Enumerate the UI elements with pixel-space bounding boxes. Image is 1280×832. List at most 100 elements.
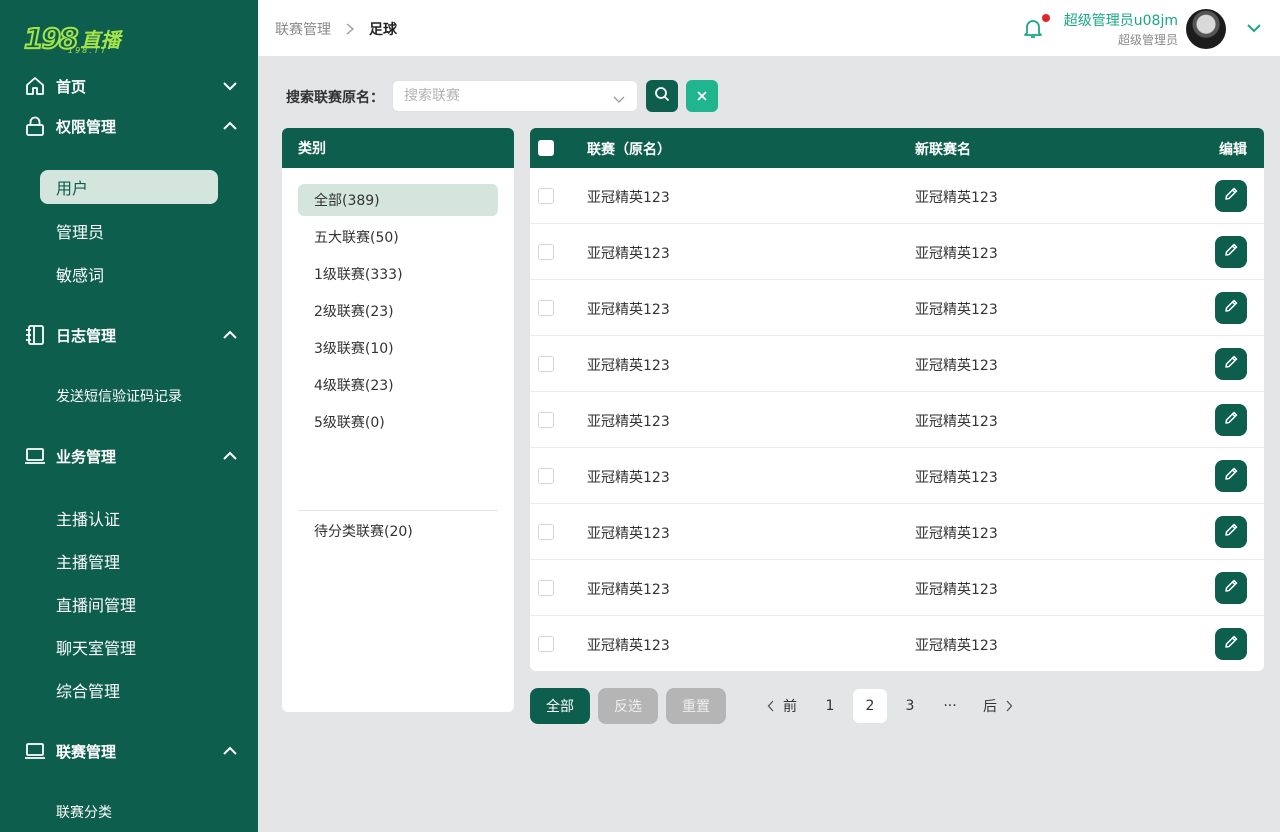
sidebar-item-admins[interactable]: 管理员 (40, 214, 218, 248)
sidebar-item-sms-log[interactable]: 发送短信验证码记录 (40, 379, 218, 413)
next-page-button[interactable]: 后 (976, 689, 1020, 723)
laptop-icon (24, 740, 46, 762)
row-checkbox[interactable] (538, 524, 554, 540)
cell-original: 亚冠精英123 (587, 190, 670, 206)
table-row: 亚冠精英123 亚冠精英123 (530, 504, 1264, 560)
select-all-button[interactable]: 全部 (530, 688, 590, 724)
cell-original: 亚冠精英123 (587, 638, 670, 654)
nav-group-label: 联赛管理 (56, 742, 117, 761)
edit-button[interactable] (1215, 460, 1247, 492)
category-item[interactable]: 3级联赛(10) (298, 332, 498, 364)
row-checkbox[interactable] (538, 636, 554, 652)
search-button[interactable] (646, 80, 678, 112)
nav-group-permissions[interactable]: 权限管理 (24, 112, 238, 140)
row-checkbox[interactable] (538, 580, 554, 596)
category-item[interactable]: 5级联赛(0) (298, 406, 498, 438)
row-checkbox[interactable] (538, 412, 554, 428)
sidebar-item-chat-rooms[interactable]: 聊天室管理 (40, 630, 218, 664)
category-item[interactable]: 五大联赛(50) (298, 221, 498, 253)
nav-group-home[interactable]: 首页 (24, 72, 238, 100)
row-checkbox[interactable] (538, 188, 554, 204)
table-row: 亚冠精英123 亚冠精英123 (530, 224, 1264, 280)
sidebar-item-live-rooms[interactable]: 直播间管理 (40, 587, 218, 621)
row-checkbox[interactable] (538, 244, 554, 260)
category-item[interactable]: 4级联赛(23) (298, 369, 498, 401)
cell-original: 亚冠精英123 (587, 582, 670, 598)
sidebar-item-label: 综合管理 (56, 682, 121, 701)
cell-new: 亚冠精英123 (915, 526, 998, 542)
category-item-label: 2级联赛(23) (314, 304, 394, 320)
cell-new: 亚冠精英123 (915, 582, 998, 598)
reset-button[interactable]: 重置 (666, 688, 726, 724)
pencil-icon (1223, 634, 1239, 654)
clear-button[interactable] (686, 80, 718, 112)
chevron-left-icon (767, 700, 775, 712)
category-item-label: 3级联赛(10) (314, 341, 394, 357)
category-item[interactable]: 2级联赛(23) (298, 295, 498, 327)
edit-button[interactable] (1215, 628, 1247, 660)
category-item-label: 1级联赛(333) (314, 267, 403, 283)
breadcrumb-parent[interactable]: 联赛管理 (275, 19, 331, 39)
row-checkbox[interactable] (538, 468, 554, 484)
sidebar-item-sensitive-words[interactable]: 敏感词 (40, 257, 218, 291)
sidebar-item-users[interactable]: 用户 (40, 170, 218, 204)
cell-original: 亚冠精英123 (587, 470, 670, 486)
chevron-down-icon (222, 78, 238, 94)
laptop-icon (24, 445, 46, 467)
category-item-label: 全部(389) (314, 193, 380, 209)
chevron-down-icon[interactable] (1246, 20, 1262, 36)
top-header: 联赛管理 足球 超级管理员u08jm 超级管理员 (258, 0, 1280, 56)
category-item[interactable]: 1级联赛(333) (298, 258, 498, 290)
edit-button[interactable] (1215, 348, 1247, 380)
page-3-button[interactable]: 3 (893, 689, 927, 723)
chevron-down-icon (613, 90, 625, 103)
category-item-uncategorized[interactable]: 待分类联赛(20) (298, 515, 498, 547)
page-1-button[interactable]: 1 (813, 689, 847, 723)
close-icon (696, 87, 708, 106)
page-2-button[interactable]: 2 (853, 689, 887, 723)
edit-button[interactable] (1215, 404, 1247, 436)
sidebar-item-streamer-manage[interactable]: 主播管理 (40, 544, 218, 578)
cell-new: 亚冠精英123 (915, 190, 998, 206)
edit-button[interactable] (1215, 180, 1247, 212)
sidebar-item-league-categories[interactable]: 联赛分类 (40, 795, 218, 829)
cell-original: 亚冠精英123 (587, 302, 670, 318)
edit-button[interactable] (1215, 292, 1247, 324)
sidebar-item-label: 直播间管理 (56, 596, 137, 615)
edit-button[interactable] (1215, 516, 1247, 548)
row-checkbox[interactable] (538, 356, 554, 372)
search-select[interactable] (392, 80, 638, 112)
category-item-label: 5级联赛(0) (314, 415, 385, 431)
edit-button[interactable] (1215, 572, 1247, 604)
cell-original: 亚冠精英123 (587, 414, 670, 430)
search-input[interactable] (404, 81, 604, 111)
chevron-up-icon (222, 327, 238, 343)
nav-group-leagues[interactable]: 联赛管理 (24, 737, 238, 765)
prev-page-button[interactable]: 前 (760, 689, 804, 723)
column-header-new: 新联赛名 (915, 142, 971, 158)
category-item[interactable]: 全部(389) (298, 184, 498, 216)
nav-group-label: 权限管理 (56, 117, 117, 136)
avatar[interactable] (1186, 9, 1226, 49)
nav-group-logs[interactable]: 日志管理 (24, 321, 238, 349)
sidebar-item-streamer-verify[interactable]: 主播认证 (40, 501, 218, 535)
category-title: 类别 (282, 128, 514, 168)
search-icon (654, 86, 670, 106)
pagination-ellipsis[interactable]: ··· (933, 689, 967, 723)
cell-original: 亚冠精英123 (587, 246, 670, 262)
sidebar-item-general[interactable]: 综合管理 (40, 673, 218, 707)
chevron-right-icon (345, 23, 355, 35)
notification-dot (1042, 14, 1050, 22)
category-item-label: 待分类联赛(20) (314, 524, 413, 540)
nav-group-business[interactable]: 业务管理 (24, 442, 238, 470)
invert-selection-button[interactable]: 反选 (598, 688, 658, 724)
search-label: 搜索联赛原名： (286, 90, 384, 106)
nav-group-label: 首页 (56, 77, 87, 96)
category-item-label: 五大联赛(50) (314, 230, 399, 246)
cell-original: 亚冠精英123 (587, 526, 670, 542)
edit-button[interactable] (1215, 236, 1247, 268)
row-checkbox[interactable] (538, 300, 554, 316)
select-all-checkbox[interactable] (538, 140, 554, 156)
sidebar-item-label: 用户 (56, 179, 89, 198)
pencil-icon (1223, 410, 1239, 430)
